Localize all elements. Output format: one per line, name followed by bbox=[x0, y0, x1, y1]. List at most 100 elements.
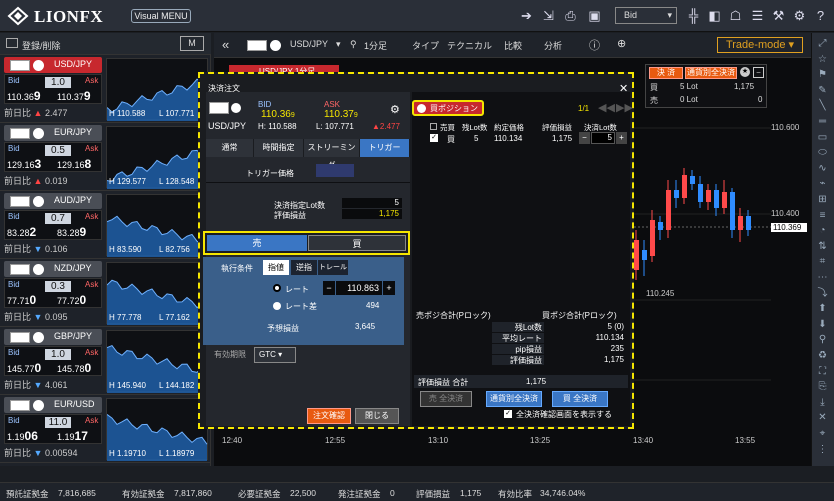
bid-price[interactable]: 77.710 bbox=[7, 293, 36, 307]
visual-menu-button[interactable]: Visual MENU bbox=[131, 9, 191, 23]
collapse-icon[interactable]: − bbox=[753, 67, 764, 78]
settle-by-currency-button[interactable]: 通貨別全決済 bbox=[685, 67, 737, 79]
pair-quote[interactable]: Bid Ask 0.5 129.163 129.168 bbox=[4, 142, 102, 172]
pair-tab[interactable]: NZD/JPY bbox=[4, 261, 102, 277]
pair-tab[interactable]: AUD/JPY bbox=[4, 193, 102, 209]
crosshair-icon[interactable]: ⌖ bbox=[815, 427, 830, 440]
chart-menu-type[interactable]: タイプ bbox=[412, 39, 439, 52]
order-confirm-button[interactable]: 注文確認 bbox=[307, 408, 351, 424]
channel-icon[interactable]: ≡ bbox=[815, 209, 830, 222]
search-icon[interactable]: ⚲ bbox=[350, 39, 357, 50]
select-all-checkbox[interactable] bbox=[430, 123, 437, 130]
rate-decrement-button[interactable]: − bbox=[323, 281, 335, 295]
sell-all-button[interactable]: 売 全決済 bbox=[420, 391, 472, 407]
position-toggle[interactable]: 買ポジション bbox=[412, 100, 484, 116]
settle-decrement-button[interactable]: − bbox=[579, 132, 590, 144]
chart-interval-select[interactable]: 1分足 bbox=[364, 39, 387, 52]
delete-icon[interactable]: ✕ bbox=[815, 411, 830, 424]
pair-tab[interactable]: USD/JPY bbox=[4, 57, 102, 73]
search-icon[interactable]: ⚲ bbox=[815, 333, 830, 346]
rate-diff-radio[interactable] bbox=[273, 302, 281, 310]
pair-quote[interactable]: Bid Ask 1.0 145.770 145.780 bbox=[4, 346, 102, 376]
flag-icon[interactable]: ⚑ bbox=[815, 68, 830, 81]
chart-icon[interactable]: ◧ bbox=[707, 8, 722, 23]
pair-quote[interactable]: Bid Ask 0.3 77.710 77.720 bbox=[4, 278, 102, 308]
dialog-ask-price[interactable]: 110.379 bbox=[324, 109, 358, 120]
ask-price[interactable]: 83.289 bbox=[57, 225, 86, 239]
dialog-close-button[interactable]: 閉じる bbox=[355, 408, 399, 424]
copy-icon[interactable]: ⎘ bbox=[815, 380, 830, 393]
pair-row-usd-jpy[interactable]: USD/JPY Bid Ask 1.0 110.369 110.379 前日比 ▲ 2.47… bbox=[0, 55, 211, 123]
price-mode-select[interactable]: Bid ▾ bbox=[615, 7, 677, 24]
buy-all-button[interactable]: 買 全決済 bbox=[552, 391, 608, 407]
settle-lot-input[interactable]: 5 bbox=[591, 132, 615, 144]
more-icon[interactable]: ⋯ bbox=[815, 271, 830, 284]
settle-increment-button[interactable]: + bbox=[616, 132, 627, 144]
bid-price[interactable]: 1.1906 bbox=[7, 429, 38, 443]
fullscreen-icon[interactable]: ⛶ bbox=[815, 365, 830, 378]
print-icon[interactable]: ⎙ bbox=[563, 8, 578, 23]
settle-button[interactable]: 決 済 bbox=[649, 67, 683, 79]
expiry-select[interactable]: GTC ▾ bbox=[254, 347, 296, 363]
ask-price[interactable]: 77.720 bbox=[57, 293, 86, 307]
help-icon[interactable]: ? bbox=[813, 8, 828, 23]
rate-radio[interactable] bbox=[273, 284, 281, 292]
mini-chart[interactable]: H 83.590 L 82.756 bbox=[106, 194, 208, 257]
refresh-icon[interactable]: ♻ bbox=[815, 349, 830, 362]
rect-icon[interactable]: ▭ bbox=[815, 131, 830, 144]
arrow-down-icon[interactable]: ⬇ bbox=[815, 318, 830, 331]
rate-increment-button[interactable]: + bbox=[383, 281, 395, 295]
tab-streaming[interactable]: ストリーミング bbox=[304, 139, 360, 170]
arrow-up-icon[interactable]: ⬆ bbox=[815, 302, 830, 315]
mini-chart[interactable]: H 129.577 L 128.548 bbox=[106, 126, 208, 189]
star-icon[interactable]: ★ bbox=[740, 67, 750, 77]
pair-quote[interactable]: Bid Ask 1.0 110.369 110.379 bbox=[4, 74, 102, 104]
mini-chart[interactable]: H 145.940 L 144.182 bbox=[106, 330, 208, 393]
ellipse-icon[interactable]: ⬭ bbox=[815, 146, 830, 159]
wave-icon[interactable]: ∿ bbox=[815, 162, 830, 175]
chart-menu-technical[interactable]: テクニカル bbox=[447, 39, 492, 52]
exec-stop-option[interactable]: 逆指 bbox=[291, 260, 317, 275]
ask-price[interactable]: 110.379 bbox=[57, 89, 91, 103]
download-icon[interactable]: ⤓ bbox=[815, 396, 830, 409]
hline-icon[interactable]: ═ bbox=[815, 115, 830, 128]
rate-input[interactable]: 110.863 bbox=[336, 281, 382, 295]
pair-quote[interactable]: Bid Ask 11.0 1.1906 1.1917 bbox=[4, 414, 102, 444]
pair-tab[interactable]: GBP/JPY bbox=[4, 329, 102, 345]
export-icon[interactable]: ➔ bbox=[519, 8, 534, 23]
pair-row-nzd-jpy[interactable]: NZD/JPY Bid Ask 0.3 77.710 77.720 前日比 ▼ 0.095 H… bbox=[0, 259, 211, 327]
chart-menu-compare[interactable]: 比較 bbox=[504, 39, 522, 52]
favorite-icon[interactable]: ☆ bbox=[815, 53, 830, 66]
save-icon[interactable]: ▣ bbox=[587, 8, 602, 23]
target-icon[interactable]: ⊕ bbox=[617, 37, 626, 50]
chart-menu-analysis[interactable]: 分析 bbox=[544, 39, 562, 52]
ask-price[interactable]: 129.168 bbox=[57, 157, 91, 171]
dialog-bid-price[interactable]: 110.369 bbox=[261, 109, 295, 120]
trendline-icon[interactable]: ╲ bbox=[815, 99, 830, 112]
row-checkbox[interactable]: ✓ bbox=[430, 134, 438, 142]
exec-limit-option[interactable]: 指値 bbox=[263, 260, 289, 275]
news-icon[interactable]: ☖ bbox=[728, 8, 743, 23]
exec-trail-option[interactable]: トレール bbox=[318, 260, 348, 275]
ask-price[interactable]: 1.1917 bbox=[57, 429, 88, 443]
trade-mode-button[interactable]: Trade-mode ▾ bbox=[717, 37, 803, 53]
mini-chart[interactable]: H 1.19710 L 1.18979 bbox=[106, 398, 208, 461]
pair-tab[interactable]: EUR/USD bbox=[4, 397, 102, 413]
next-page-icon[interactable]: ▶▶ bbox=[616, 101, 633, 114]
pencil-icon[interactable]: ✎ bbox=[815, 84, 830, 97]
pair-quote[interactable]: Bid Ask 0.7 83.282 83.289 bbox=[4, 210, 102, 240]
gear-icon[interactable]: ⚙ bbox=[390, 103, 400, 116]
pair-row-aud-jpy[interactable]: AUD/JPY Bid Ask 0.7 83.282 83.289 前日比 ▼ 0.106 H… bbox=[0, 191, 211, 259]
sell-button[interactable]: 売 bbox=[207, 235, 307, 251]
mini-chart[interactable]: H 77.778 L 77.162 bbox=[106, 262, 208, 325]
fib-icon[interactable]: ⌁ bbox=[815, 177, 830, 190]
table-row[interactable]: ✓ 買 5 110.134 1,175 − 5 + bbox=[412, 132, 630, 146]
bid-price[interactable]: 83.282 bbox=[7, 225, 36, 239]
prev-page-icon[interactable]: ◀◀ bbox=[598, 101, 615, 114]
mini-chart[interactable]: H 110.588 L 107.771 bbox=[106, 58, 208, 121]
settle-by-currency-all-button[interactable]: 通貨別全決済 bbox=[486, 391, 542, 407]
pair-tab[interactable]: EUR/JPY bbox=[4, 125, 102, 141]
pie-icon[interactable]: ◔ bbox=[815, 224, 830, 237]
pair-row-eur-usd[interactable]: EUR/USD Bid Ask 11.0 1.1906 1.1917 前日比 ▼ 0.005… bbox=[0, 395, 211, 463]
sort-icon[interactable]: ⇅ bbox=[815, 240, 830, 253]
